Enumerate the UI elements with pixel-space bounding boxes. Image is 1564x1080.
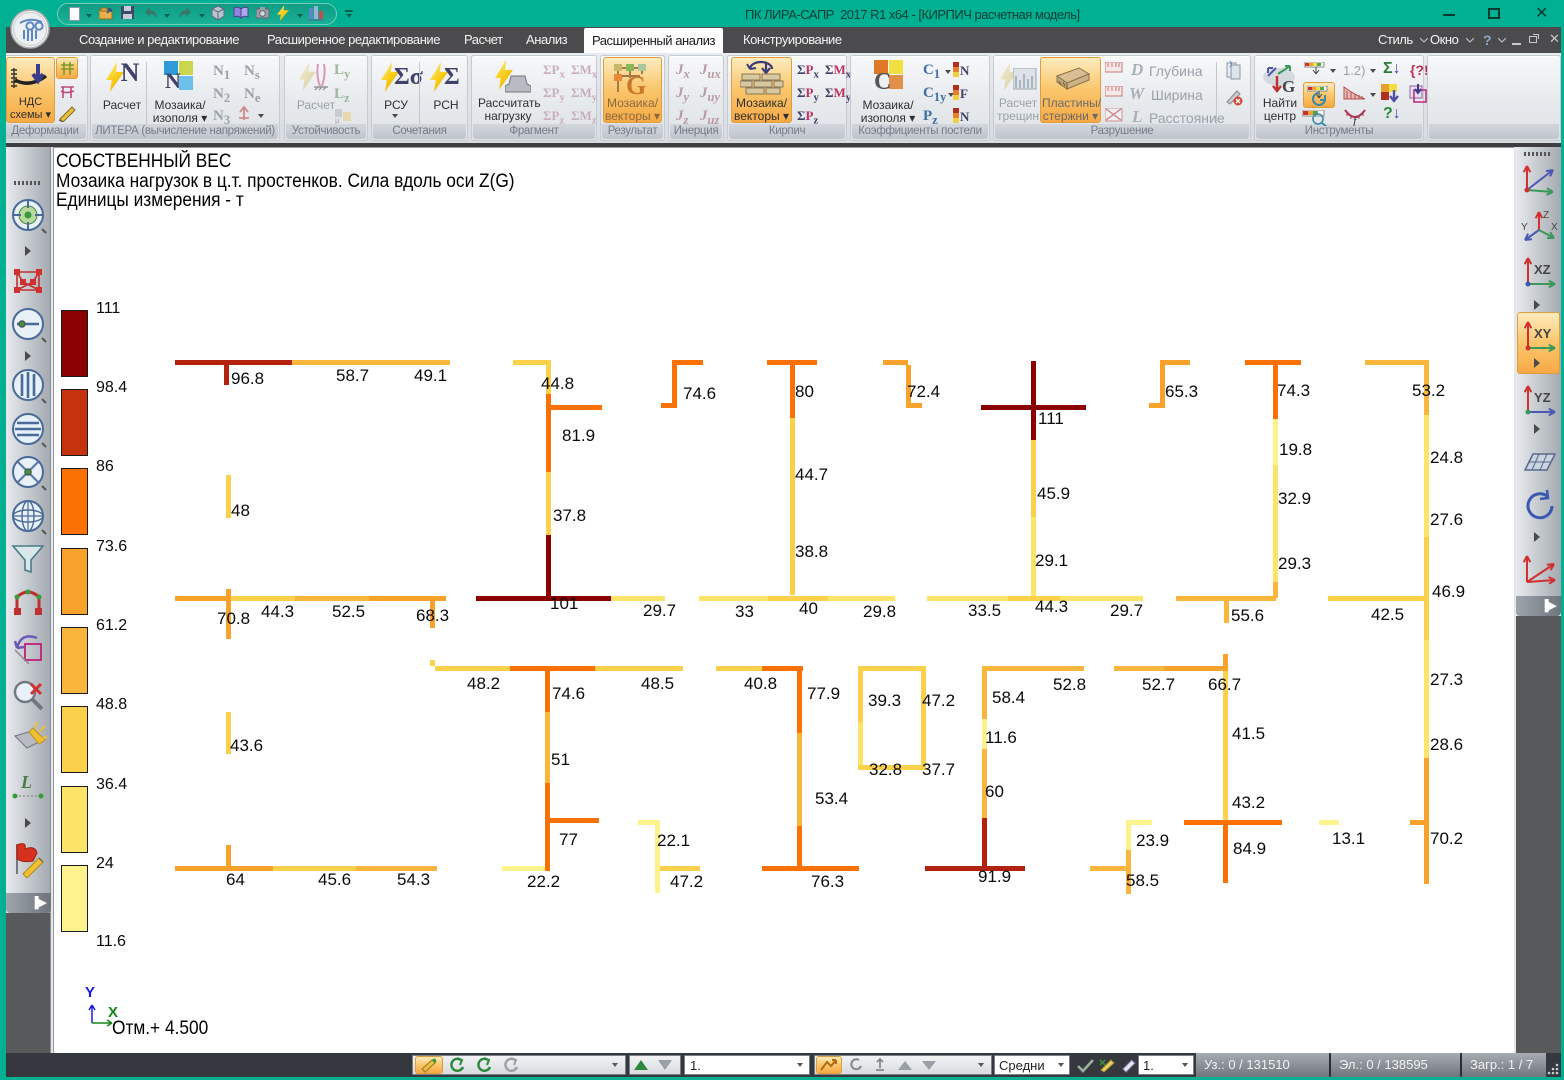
svg-text:Z: Z (1543, 210, 1549, 221)
svg-text:F: F (960, 86, 971, 101)
svg-text:C: C (874, 69, 891, 92)
svg-text:G: G (1282, 77, 1295, 96)
svg-text:G: G (626, 71, 646, 96)
svg-text:L: L (20, 772, 32, 792)
svg-text:X: X (108, 1004, 118, 1021)
svg-text:Y: Y (1521, 222, 1528, 233)
svg-text:N: N (960, 109, 970, 124)
svg-text:XY: XY (1534, 326, 1552, 341)
svg-text:YZ: YZ (1534, 390, 1551, 405)
svg-text:N: N (960, 63, 970, 78)
svg-text:X: X (1551, 222, 1558, 233)
svg-text:μ: μ (335, 116, 340, 124)
svg-text:XZ: XZ (1534, 262, 1551, 277)
svg-text:N: N (165, 68, 181, 91)
svg-text:Y: Y (85, 984, 95, 1001)
